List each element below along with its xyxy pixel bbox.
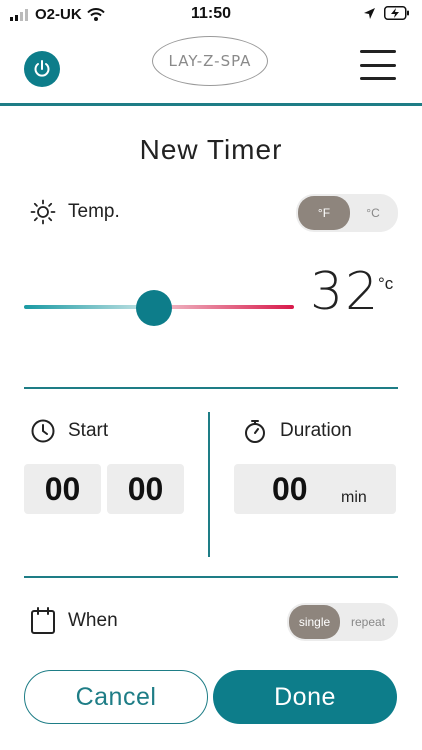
duration-value: 00 — [272, 470, 308, 507]
done-button[interactable]: Done — [213, 670, 397, 724]
brand-logo: LAY-Z-SPA — [152, 36, 268, 86]
temperature-slider[interactable] — [24, 288, 294, 328]
slider-track-hot — [152, 305, 294, 309]
when-label-row: When — [30, 607, 118, 635]
duration-unit: min — [341, 489, 367, 506]
clock-icon — [31, 419, 55, 443]
menu-line — [360, 77, 396, 80]
unit-option-celsius[interactable]: °C — [350, 196, 396, 230]
section-divider — [24, 387, 398, 389]
hamburger-menu-button[interactable] — [360, 50, 396, 80]
calendar-icon — [31, 607, 55, 634]
temp-unit-toggle[interactable]: °F °C — [296, 194, 398, 232]
when-label: When — [68, 610, 118, 631]
duration-field[interactable]: 00 — [234, 464, 396, 514]
clock-time: 11:50 — [190, 5, 232, 22]
status-bar: O2-UK 11:50 — [0, 0, 422, 30]
temp-label: Temp. — [68, 201, 120, 222]
temp-label-row: Temp. — [30, 199, 120, 225]
menu-line — [360, 63, 396, 67]
stopwatch-icon — [245, 420, 265, 443]
header-divider — [0, 103, 422, 106]
start-label-row: Start — [30, 418, 108, 444]
location-arrow-icon — [364, 7, 375, 19]
temperature-value-unit: °c — [378, 274, 394, 293]
temperature-value: 32 — [310, 262, 381, 322]
start-label: Start — [68, 420, 109, 441]
sun-icon — [30, 199, 56, 225]
cancel-button[interactable]: Cancel — [24, 670, 208, 724]
vertical-divider — [208, 412, 210, 557]
power-button[interactable] — [24, 51, 60, 87]
battery-charging-icon — [384, 6, 409, 20]
start-hours-field[interactable]: 00 — [24, 464, 101, 514]
power-icon — [34, 60, 50, 77]
app-header: LAY-Z-SPA — [0, 30, 422, 105]
status-right — [363, 6, 410, 20]
unit-option-fahrenheit[interactable]: °F — [298, 196, 350, 230]
duration-label-row: Duration — [242, 418, 352, 444]
duration-label: Duration — [280, 420, 352, 441]
start-minutes-field[interactable]: 00 — [107, 464, 184, 514]
when-option-repeat[interactable]: repeat — [340, 605, 396, 639]
slider-thumb[interactable] — [136, 290, 172, 326]
slider-track-cool — [24, 305, 152, 309]
when-option-single[interactable]: single — [289, 605, 340, 639]
when-mode-toggle[interactable]: single repeat — [287, 603, 398, 641]
section-divider — [24, 576, 398, 578]
page-title: New Timer — [139, 134, 283, 164]
menu-line — [360, 50, 396, 53]
